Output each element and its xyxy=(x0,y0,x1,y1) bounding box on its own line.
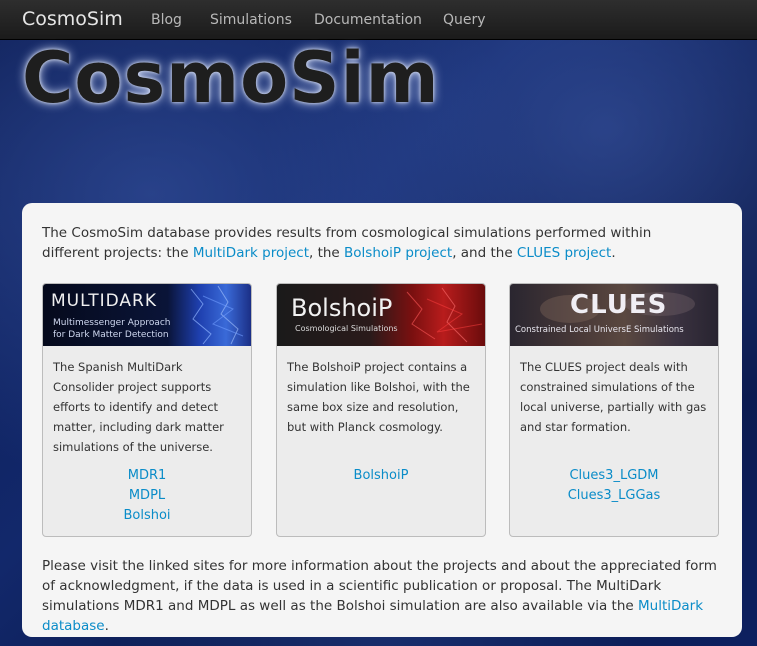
multidark-banner-sub2: for Dark Matter Detection xyxy=(53,330,169,340)
nav-blog[interactable]: Blog xyxy=(151,12,182,28)
multidark-banner[interactable]: MULTIDARK Multimessenger Approach for Da… xyxy=(43,284,251,346)
multidark-description: The Spanish MultiDark Consolider project… xyxy=(53,360,224,454)
top-navbar: CosmoSim Blog Simulations Documentation … xyxy=(0,0,757,40)
clues-description: The CLUES project deals with constrained… xyxy=(520,360,707,434)
multidark-links: MDR1 MDPL Bolshoi xyxy=(43,466,251,526)
hero-title: CosmoSim xyxy=(22,37,440,119)
bolshoip-card: BolshoiP Cosmological Simulations The Bo… xyxy=(276,283,486,537)
clues-links: Clues3_LGDM Clues3_LGGas xyxy=(510,466,718,506)
nav-documentation[interactable]: Documentation xyxy=(314,12,422,28)
intro-text-2: , the xyxy=(309,245,345,261)
mdr1-link[interactable]: MDR1 xyxy=(43,466,251,486)
bolshoip-link[interactable]: BolshoiP xyxy=(277,466,485,486)
bolshoi-link[interactable]: Bolshoi xyxy=(43,506,251,526)
content-panel: The CosmoSim database provides results f… xyxy=(22,203,742,637)
bolshoip-project-link[interactable]: BolshoiP project xyxy=(344,245,452,261)
intro-paragraph: The CosmoSim database provides results f… xyxy=(42,223,702,263)
multidark-banner-sub1: Multimessenger Approach xyxy=(53,318,171,328)
outro-text-1: Please visit the linked sites for more i… xyxy=(42,558,717,614)
bolshoip-banner-sub: Cosmological Simulations xyxy=(295,324,398,333)
multidark-project-link[interactable]: MultiDark project xyxy=(193,245,309,261)
mdpl-link[interactable]: MDPL xyxy=(43,486,251,506)
clues-banner[interactable]: CLUES Constrained Local UniversE Simulat… xyxy=(510,284,718,346)
clues-card: CLUES Constrained Local UniversE Simulat… xyxy=(509,283,719,537)
bolshoip-links: BolshoiP xyxy=(277,466,485,486)
nav-simulations[interactable]: Simulations xyxy=(210,12,292,28)
multidark-card: MULTIDARK Multimessenger Approach for Da… xyxy=(42,283,252,537)
clues-banner-title: CLUES xyxy=(570,290,668,320)
bolshoip-description: The BolshoiP project contains a simulati… xyxy=(287,360,470,434)
bolshoip-banner-title: BolshoiP xyxy=(291,294,393,322)
bolshoip-banner[interactable]: BolshoiP Cosmological Simulations xyxy=(277,284,485,346)
clues3-lgdm-link[interactable]: Clues3_LGDM xyxy=(510,466,718,486)
nav-query[interactable]: Query xyxy=(443,12,486,28)
multidark-banner-title: MULTIDARK xyxy=(51,291,158,311)
clues-project-link[interactable]: CLUES project xyxy=(517,245,611,261)
intro-text-4: . xyxy=(611,245,616,261)
outro-text-2: . xyxy=(104,618,109,634)
intro-text-3: , and the xyxy=(452,245,517,261)
outro-paragraph: Please visit the linked sites for more i… xyxy=(42,556,732,636)
clues-banner-sub: Constrained Local UniversE Simulations xyxy=(515,325,684,335)
clues3-lggas-link[interactable]: Clues3_LGGas xyxy=(510,486,718,506)
brand-link[interactable]: CosmoSim xyxy=(22,8,123,30)
